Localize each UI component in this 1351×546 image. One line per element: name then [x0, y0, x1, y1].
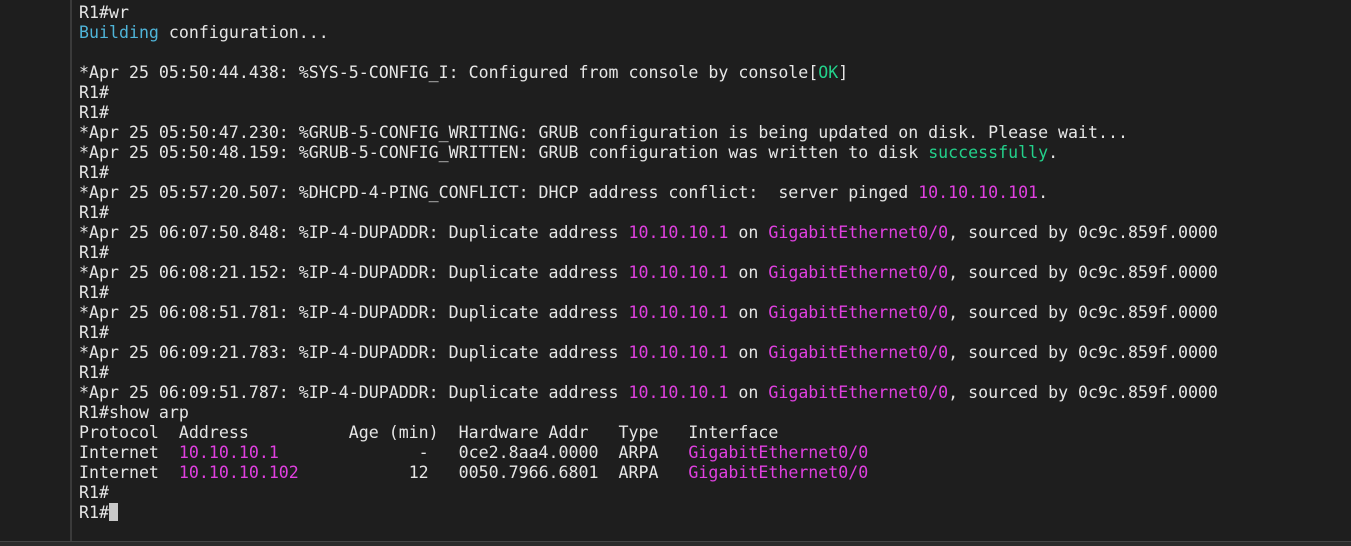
terminal-text: R1# [79, 243, 109, 262]
terminal-text: ] [838, 63, 849, 82]
terminal-text: 10.10.10.101 [918, 183, 1039, 202]
terminal-line: *Apr 25 05:50:47.230: %GRUB-5-CONFIG_WRI… [79, 123, 1351, 143]
terminal-line: *Apr 25 05:57:20.507: %DHCPD-4-PING_CONF… [79, 183, 1351, 203]
terminal-line: R1# [79, 83, 1351, 103]
terminal-line: *Apr 25 06:08:21.152: %IP-4-DUPADDR: Dup… [79, 263, 1351, 283]
terminal-text: successfully [928, 143, 1049, 162]
terminal-line: R1# [79, 103, 1351, 123]
terminal-text: R1# [79, 363, 109, 382]
terminal-text: on [728, 383, 769, 402]
terminal-line: *Apr 25 05:50:44.438: %SYS-5-CONFIG_I: C… [79, 63, 1351, 83]
terminal-text: *Apr 25 05:50:44.438: %SYS-5-CONFIG_I: C… [79, 63, 819, 82]
terminal-text: *Apr 25 06:08:51.781: %IP-4-DUPADDR: Dup… [79, 303, 629, 322]
bottom-bar [0, 541, 1351, 546]
terminal-text: *Apr 25 06:07:50.848: %IP-4-DUPADDR: Dup… [79, 223, 629, 242]
terminal-text: *Apr 25 05:50:48.159: %GRUB-5-CONFIG_WRI… [79, 143, 929, 162]
terminal-line: Internet 10.10.10.1 - 0ce2.8aa4.0000 ARP… [79, 443, 1351, 463]
terminal-text: GigabitEthernet0/0 [768, 303, 949, 322]
terminal-text: , sourced by 0c9c.859f.0000 [948, 343, 1218, 362]
terminal-text: , sourced by 0c9c.859f.0000 [948, 383, 1218, 402]
terminal-text: R1#wr [79, 3, 129, 22]
terminal-text: 10.10.10.1 [628, 383, 729, 402]
terminal-text: GigabitEthernet0/0 [688, 443, 869, 462]
terminal-text: 10.10.10.1 [628, 263, 729, 282]
terminal-text: Building [79, 23, 159, 42]
terminal-line: R1# [79, 483, 1351, 503]
terminal-text: 10.10.10.1 [178, 443, 279, 462]
terminal-text: , sourced by 0c9c.859f.0000 [948, 263, 1218, 282]
terminal-line: R1# [79, 363, 1351, 383]
terminal-text: *Apr 25 06:09:51.787: %IP-4-DUPADDR: Dup… [79, 383, 629, 402]
terminal-text: on [728, 303, 769, 322]
terminal-line: R1# [79, 503, 1351, 523]
terminal-text: R1# [79, 323, 109, 342]
panel-divider[interactable] [70, 0, 72, 541]
terminal-text: R1# [79, 83, 109, 102]
terminal-text: GigabitEthernet0/0 [768, 343, 949, 362]
terminal-text: - 0ce2.8aa4.0000 ARPA [278, 443, 689, 462]
terminal-line: R1# [79, 203, 1351, 223]
terminal-window: R1#wr Building configuration... *Apr 25 05… [0, 0, 1351, 546]
terminal-text: 10.10.10.1 [628, 303, 729, 322]
terminal-line: *Apr 25 06:07:50.848: %IP-4-DUPADDR: Dup… [79, 223, 1351, 243]
terminal-text: R1#show arp [79, 403, 189, 422]
terminal-line: R1#wr [79, 3, 1351, 23]
terminal-text: , sourced by 0c9c.859f.0000 [948, 223, 1218, 242]
terminal-text: *Apr 25 06:09:21.783: %IP-4-DUPADDR: Dup… [79, 343, 629, 362]
terminal-line: Internet 10.10.10.102 12 0050.7966.6801 … [79, 463, 1351, 483]
terminal-text: 10.10.10.1 [628, 223, 729, 242]
terminal-line: *Apr 25 06:09:21.783: %IP-4-DUPADDR: Dup… [79, 343, 1351, 363]
terminal-line: R1# [79, 243, 1351, 263]
terminal-text: on [728, 343, 769, 362]
terminal-line: R1# [79, 283, 1351, 303]
terminal-text: . [1048, 143, 1059, 162]
terminal-text: *Apr 25 05:50:47.230: %GRUB-5-CONFIG_WRI… [79, 123, 1128, 142]
terminal-text: 10.10.10.102 [178, 463, 299, 482]
text-cursor [108, 503, 118, 521]
terminal-line: *Apr 25 06:08:51.781: %IP-4-DUPADDR: Dup… [79, 303, 1351, 323]
terminal-text: GigabitEthernet0/0 [768, 263, 949, 282]
terminal-text: . [1038, 183, 1049, 202]
terminal-line: *Apr 25 05:50:48.159: %GRUB-5-CONFIG_WRI… [79, 143, 1351, 163]
left-panel [0, 0, 70, 541]
terminal-text: on [728, 263, 769, 282]
terminal-text: OK [818, 63, 839, 82]
terminal-text: Internet [79, 443, 179, 462]
terminal-line: *Apr 25 06:09:51.787: %IP-4-DUPADDR: Dup… [79, 383, 1351, 403]
terminal-line: R1# [79, 323, 1351, 343]
terminal-text: GigabitEthernet0/0 [768, 223, 949, 242]
terminal-text: R1# [79, 163, 109, 182]
terminal-text: 12 0050.7966.6801 ARPA [298, 463, 689, 482]
terminal-text: on [728, 223, 769, 242]
terminal-text: *Apr 25 06:08:21.152: %IP-4-DUPADDR: Dup… [79, 263, 629, 282]
terminal-text: GigabitEthernet0/0 [768, 383, 949, 402]
terminal-text: R1# [79, 503, 109, 522]
terminal-line: R1#show arp [79, 403, 1351, 423]
terminal-text: *Apr 25 05:57:20.507: %DHCPD-4-PING_CONF… [79, 183, 919, 202]
terminal-text: , sourced by 0c9c.859f.0000 [948, 303, 1218, 322]
terminal-text: R1# [79, 103, 109, 122]
terminal-text: 10.10.10.1 [628, 343, 729, 362]
terminal-text: R1# [79, 283, 109, 302]
terminal-text: R1# [79, 203, 109, 222]
terminal-text: R1# [79, 483, 109, 502]
terminal-text: GigabitEthernet0/0 [688, 463, 869, 482]
terminal-line: Protocol Address Age (min) Hardware Addr… [79, 423, 1351, 443]
terminal-line: Building configuration... [79, 23, 1351, 43]
terminal-text: Internet [79, 463, 179, 482]
terminal-output[interactable]: R1#wr Building configuration... *Apr 25 05… [79, 3, 1351, 523]
terminal-text: configuration... [158, 23, 329, 42]
terminal-text: Protocol Address Age (min) Hardware Addr… [79, 423, 779, 442]
terminal-line: R1# [79, 163, 1351, 183]
